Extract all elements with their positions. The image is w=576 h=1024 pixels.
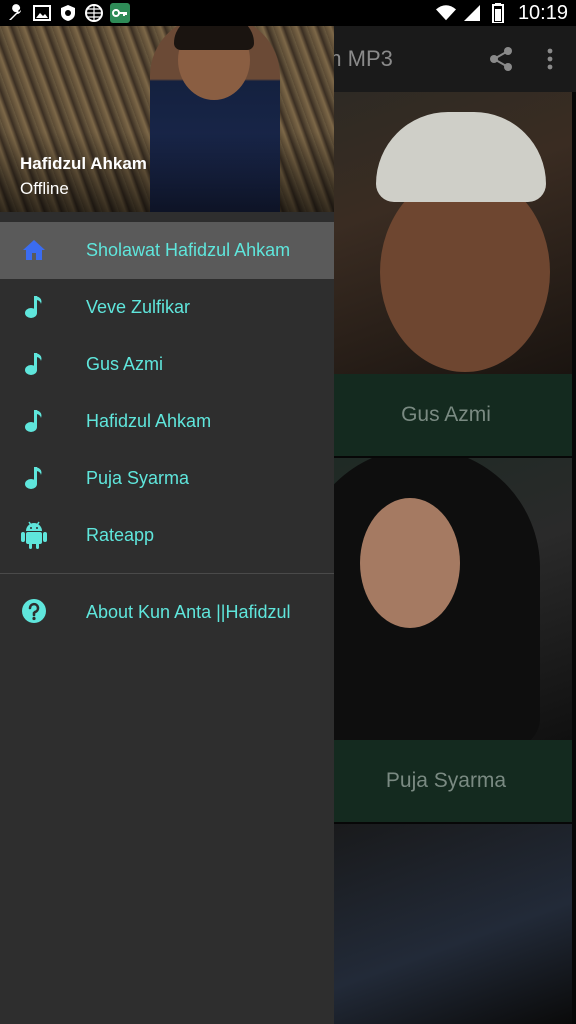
globe-icon: [84, 3, 104, 23]
menu-item-puja-syarma[interactable]: Puja Syarma: [0, 450, 334, 507]
menu-item-label: About Kun Anta ||Hafidzul: [86, 601, 291, 622]
shield-icon: [58, 3, 78, 23]
menu-item-label: Veve Zulfikar: [86, 297, 191, 317]
image-icon: [32, 3, 52, 23]
portrait: [380, 172, 550, 372]
wifi-icon: [435, 3, 456, 23]
help-icon: [20, 597, 48, 625]
wrench-icon: [6, 3, 26, 23]
more-options-icon[interactable]: [540, 46, 560, 77]
menu-item-label: Hafidzul Ahkam: [86, 411, 212, 431]
signal-icon: [462, 3, 482, 23]
music-note-icon: [20, 464, 48, 492]
menu-item-about[interactable]: About Kun Anta ||Hafidzul: [0, 583, 334, 641]
cap: [376, 112, 546, 202]
music-note-icon: [20, 407, 48, 435]
android-icon: [20, 521, 48, 549]
menu-item-rateapp[interactable]: Rateapp: [0, 507, 334, 564]
menu-divider: [0, 573, 334, 574]
navigation-drawer: Hafidzul Ahkam Offline Sholawat Hafidzul…: [0, 26, 334, 1024]
menu-item-veve-zulfikar[interactable]: Veve Zulfikar: [0, 279, 334, 336]
header-photo-hair: [174, 26, 254, 50]
menu-item-label: Puja Syarma: [86, 468, 190, 488]
profile-name: Hafidzul Ahkam: [20, 154, 147, 173]
music-note-icon: [20, 293, 48, 321]
home-icon: [20, 236, 48, 264]
drawer-menu: Sholawat Hafidzul Ahkam Veve Zulfikar Gu…: [0, 222, 334, 641]
status-bar: 10:19: [0, 0, 576, 26]
battery-icon: [488, 3, 508, 23]
portrait: [360, 498, 460, 628]
clock: 10:19: [517, 1, 568, 24]
menu-item-sholawat-hafidzul-ahkam[interactable]: Sholawat Hafidzul Ahkam: [0, 222, 334, 279]
menu-item-gus-azmi[interactable]: Gus Azmi: [0, 336, 334, 393]
key-icon: [110, 3, 130, 23]
profile-status: Offline: [20, 179, 69, 198]
drawer-header: Hafidzul Ahkam Offline: [0, 26, 334, 212]
menu-item-label: Gus Azmi: [86, 354, 164, 374]
menu-item-hafidzul-ahkam[interactable]: Hafidzul Ahkam: [0, 393, 334, 450]
status-icons-right: 10:19: [435, 0, 568, 26]
music-note-icon: [20, 350, 48, 378]
share-icon[interactable]: [488, 46, 514, 77]
menu-item-label: Rateapp: [86, 525, 155, 545]
menu-item-label: Sholawat Hafidzul Ahkam: [86, 240, 291, 260]
status-icons-left: [6, 3, 130, 23]
